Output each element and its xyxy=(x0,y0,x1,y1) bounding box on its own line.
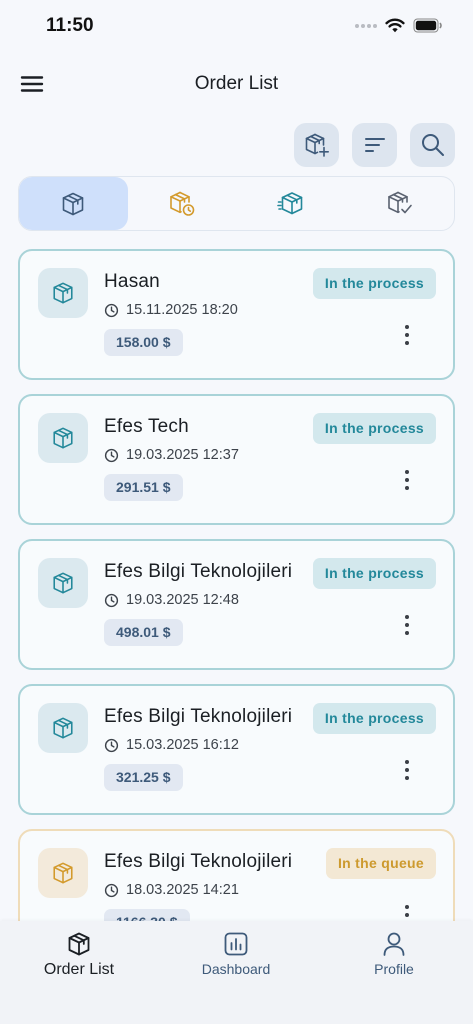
customer-name: Efes Bilgi Teknolojileri xyxy=(104,561,293,582)
nav-profile[interactable]: Profile xyxy=(334,931,454,977)
customer-name: Efes Tech xyxy=(104,416,189,437)
customer-name: Efes Bilgi Teknolojileri xyxy=(104,851,293,872)
order-date: 18.03.2025 14:21 xyxy=(104,882,239,898)
more-options-button[interactable] xyxy=(397,323,417,347)
search-button[interactable] xyxy=(410,123,455,167)
status-badge: In the queue xyxy=(325,848,436,879)
order-date-text: 19.03.2025 12:37 xyxy=(126,447,239,463)
status-badge: In the process xyxy=(312,268,436,299)
nav-label: Profile xyxy=(374,961,414,977)
order-date: 15.03.2025 16:12 xyxy=(104,737,239,753)
box-icon xyxy=(63,192,84,215)
order-amount: 1166.30 $ xyxy=(104,909,190,921)
cellular-signal-icon xyxy=(355,23,377,28)
nav-dashboard[interactable]: Dashboard xyxy=(176,931,296,977)
order-date-text: 15.11.2025 18:20 xyxy=(126,302,238,318)
more-vertical-icon xyxy=(405,760,409,764)
more-vertical-icon xyxy=(405,905,409,909)
tab-queue-orders[interactable] xyxy=(128,177,237,230)
sort-icon xyxy=(364,138,385,152)
box-moving-icon xyxy=(277,191,303,214)
status-badge: In the process xyxy=(312,558,436,589)
order-card[interactable]: Efes Bilgi Teknolojileri 15.03.2025 16:1… xyxy=(18,684,455,815)
tab-process-orders[interactable] xyxy=(237,177,346,230)
order-date: 15.11.2025 18:20 xyxy=(104,302,238,318)
more-options-button[interactable] xyxy=(397,468,417,492)
app-bar: Order List xyxy=(0,62,473,106)
nav-label: Order List xyxy=(43,961,115,978)
status-badge: In the process xyxy=(312,703,436,734)
order-card[interactable]: Hasan 15.11.2025 18:20 158.00 $ In the p… xyxy=(18,249,455,380)
box-check-icon xyxy=(387,191,412,213)
battery-icon xyxy=(413,18,442,33)
status-badge: In the process xyxy=(312,413,436,444)
customer-name: Hasan xyxy=(104,271,160,292)
order-card[interactable]: Efes Bilgi Teknolojileri 19.03.2025 12:4… xyxy=(18,539,455,670)
status-icons xyxy=(355,18,443,33)
order-date-text: 18.03.2025 14:21 xyxy=(126,882,239,898)
customer-name: Efes Bilgi Teknolojileri xyxy=(104,706,293,727)
status-filter-tabs xyxy=(18,176,455,231)
more-vertical-icon xyxy=(405,470,409,474)
clock-icon xyxy=(104,738,119,752)
add-order-button[interactable] xyxy=(294,123,339,167)
box-icon xyxy=(53,427,73,449)
nav-label: Dashboard xyxy=(201,961,271,977)
chart-icon xyxy=(224,932,248,956)
box-clock-icon xyxy=(170,191,195,216)
clock-icon xyxy=(104,303,119,317)
order-amount: 498.01 $ xyxy=(104,619,183,646)
clock-icon xyxy=(104,883,119,897)
order-date-text: 19.03.2025 12:48 xyxy=(126,592,239,608)
tab-all-orders[interactable] xyxy=(19,177,128,230)
order-amount: 321.25 $ xyxy=(104,764,183,791)
order-amount: 291.51 $ xyxy=(104,474,183,501)
more-options-button[interactable] xyxy=(397,613,417,637)
order-avatar xyxy=(38,703,88,753)
status-time: 11:50 xyxy=(46,15,94,36)
bottom-navigation: Order List Dashboard Profile xyxy=(0,921,473,1024)
box-icon xyxy=(53,862,73,884)
person-icon xyxy=(383,932,405,956)
box-icon xyxy=(53,282,73,304)
box-plus-icon xyxy=(305,133,329,157)
order-avatar xyxy=(38,848,88,898)
page-title: Order List xyxy=(194,73,279,94)
order-amount: 158.00 $ xyxy=(104,329,183,356)
wifi-icon xyxy=(385,18,405,33)
sort-button[interactable] xyxy=(352,123,397,167)
order-date: 19.03.2025 12:48 xyxy=(104,592,239,608)
box-icon xyxy=(68,932,90,956)
order-card[interactable]: Efes Bilgi Teknolojileri 18.03.2025 14:2… xyxy=(18,829,455,921)
order-list: Hasan 15.11.2025 18:20 158.00 $ In the p… xyxy=(18,249,455,921)
tab-completed-orders[interactable] xyxy=(345,177,454,230)
order-date-text: 15.03.2025 16:12 xyxy=(126,737,239,753)
action-toolbar xyxy=(294,123,455,167)
more-options-button[interactable] xyxy=(397,758,417,782)
order-avatar xyxy=(38,558,88,608)
more-vertical-icon xyxy=(405,615,409,619)
order-date: 19.03.2025 12:37 xyxy=(104,447,239,463)
more-vertical-icon xyxy=(405,325,409,329)
search-icon xyxy=(421,134,444,156)
order-avatar xyxy=(38,268,88,318)
box-icon xyxy=(53,717,73,739)
status-bar: 11:50 xyxy=(0,0,473,54)
order-avatar xyxy=(38,413,88,463)
order-card[interactable]: Efes Tech 19.03.2025 12:37 291.51 $ In t… xyxy=(18,394,455,525)
nav-order-list[interactable]: Order List xyxy=(19,931,139,979)
clock-icon xyxy=(104,593,119,607)
more-options-button[interactable] xyxy=(397,903,417,921)
box-icon xyxy=(53,572,73,594)
clock-icon xyxy=(104,448,119,462)
